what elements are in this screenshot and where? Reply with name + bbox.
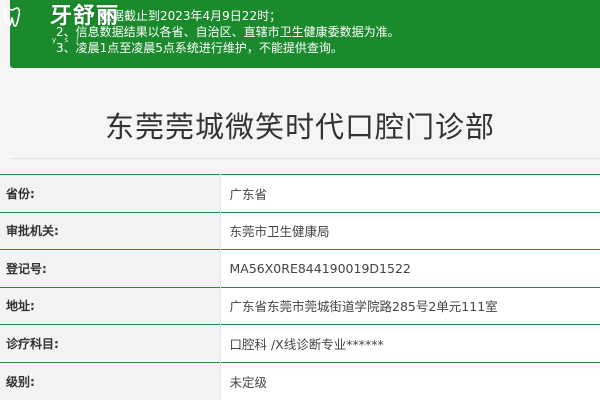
row-value-authority: 东莞市卫生健康局 <box>219 212 600 250</box>
row-value-registration: MA56X0RE844190019D1522 <box>219 249 600 287</box>
tooth-icon <box>4 7 20 27</box>
table-row: 级别: 未定级 <box>0 362 600 400</box>
table-row: 地址: 广东省东莞市莞城街道学院路285号2单元111室 <box>0 287 600 325</box>
row-label-level: 级别: <box>0 362 220 400</box>
logo-text: 牙舒丽 <box>50 3 120 29</box>
row-value-province: 广东省 <box>219 174 600 212</box>
row-label-province: 省份: <box>0 174 220 212</box>
notice-line-2: 2、信息数据结果以各省、自治区、直辖市卫生健康委数据为准。 <box>56 25 400 39</box>
row-value-address: 广东省东莞市莞城街道学院路285号2单元111室 <box>219 287 600 325</box>
notice-line-3: 3、凌晨1点至凌晨5点系统进行维护，不能提供查询。 <box>56 41 343 55</box>
row-label-registration: 登记号: <box>0 249 220 287</box>
title-divider <box>10 158 600 159</box>
row-label-departments: 诊疗科目: <box>0 324 220 362</box>
clinic-title: 东莞莞城微笑时代口腔门诊部 <box>104 110 495 144</box>
table-row: 诊疗科目: 口腔科 /X线诊断专业****** <box>0 324 600 362</box>
notice-line-1: 数据截止到2023年4月9日22时； <box>100 9 282 23</box>
row-label-authority: 审批机关: <box>0 212 220 250</box>
row-value-departments: 口腔科 /X线诊断专业****** <box>219 324 600 362</box>
table-row: 登记号: MA56X0RE844190019D1522 <box>0 249 600 287</box>
table-row: 审批机关: 东莞市卫生健康局 <box>0 212 600 250</box>
table-row: 省份: 广东省 <box>0 174 600 212</box>
row-label-address: 地址: <box>0 287 220 325</box>
site-logo[interactable]: 牙舒丽 y s l <box>4 3 120 44</box>
logo-subtext: y s l <box>52 36 82 44</box>
row-value-level: 未定级 <box>219 362 600 400</box>
clinic-info-table: 省份: 广东省 审批机关: 东莞市卫生健康局 登记号: MA56X0RE8441… <box>0 174 600 400</box>
